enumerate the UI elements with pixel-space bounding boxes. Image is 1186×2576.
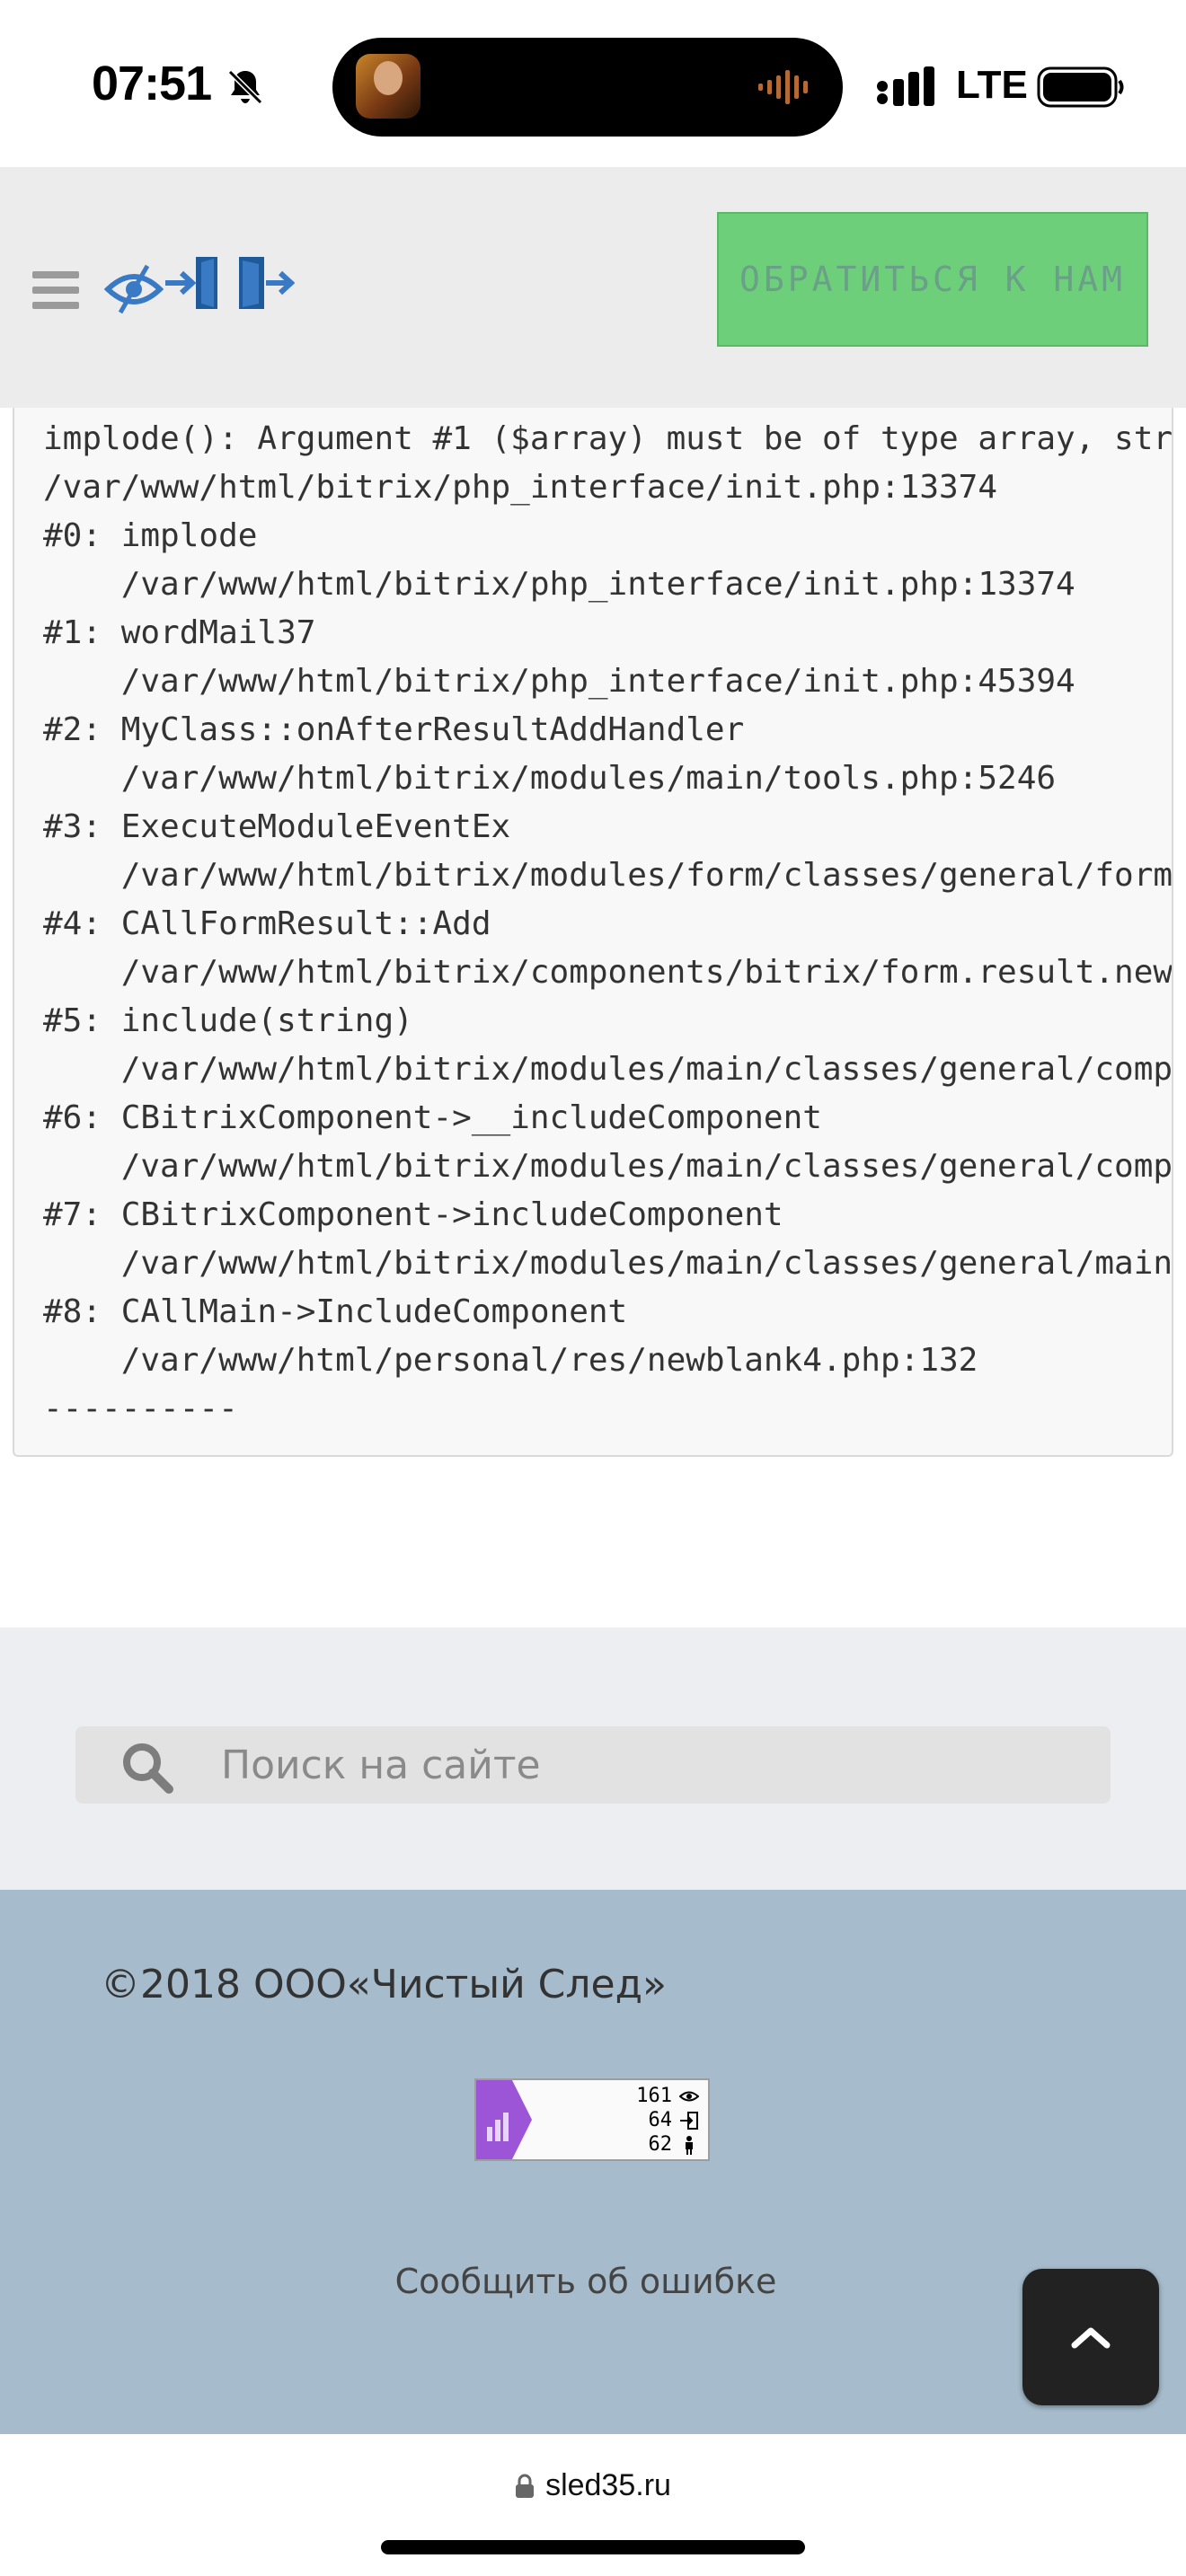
error-trace-line: /var/www/html/bitrix/php_interface/init.… [43, 663, 1075, 700]
dynamic-island[interactable] [332, 38, 843, 137]
error-trace-line: #3: ExecuteModuleEventEx [43, 808, 511, 845]
audio-wave-icon [758, 70, 808, 104]
person-icon [686, 2135, 693, 2155]
home-indicator[interactable] [381, 2540, 805, 2554]
error-trace-line: /var/www/html/bitrix/modules/main/tools.… [43, 760, 1057, 797]
error-trace-line: #5: include(string) [43, 1002, 413, 1039]
error-trace-line: /var/www/html/bitrix/modules/main/classe… [43, 1245, 1173, 1282]
browser-address-bar: sled35.ru [0, 2434, 1186, 2576]
error-trace-line: /var/www/html/bitrix/modules/form/classe… [43, 857, 1173, 894]
copyright-text: ©2018 ООО«Чистый След» [101, 1962, 667, 2007]
error-trace-line: #6: CBitrixComponent->__includeComponent [43, 1099, 822, 1136]
error-trace-line: #2: MyClass::onAfterResultAddHandler [43, 711, 745, 748]
search-box[interactable] [75, 1726, 1111, 1804]
footer: ©2018 ООО«Чистый След» 161 64 62 Сообщит… [0, 1890, 1186, 2434]
error-trace-line: #7: CBitrixComponent->includeComponent [43, 1196, 783, 1233]
error-trace-line: #4: CAllFormResult::Add [43, 905, 491, 942]
report-error-link[interactable]: Сообщить об ошибке [0, 2262, 1172, 2301]
error-trace-line: implode(): Argument #1 ($array) must be … [43, 420, 1173, 457]
error-trace-line: #1: wordMail37 [43, 614, 316, 651]
lock-icon [516, 2474, 535, 2498]
eye-icon [679, 2091, 699, 2101]
counter-views: 161 [636, 2085, 672, 2107]
search-input[interactable] [221, 1726, 1084, 1804]
contact-us-button[interactable]: ОБРАТИТЬСЯ К НАМ [717, 212, 1148, 347]
counter-visitors: 62 [648, 2133, 673, 2156]
now-playing-avatar [356, 54, 420, 119]
chevron-up-icon [1071, 2327, 1111, 2349]
network-type: LTE [956, 63, 1028, 107]
status-time: 07:51 [92, 57, 212, 110]
cellular-signal-icon [877, 66, 934, 106]
error-trace-line: ---------- [43, 1390, 238, 1427]
error-trace-block: implode(): Argument #1 ($array) must be … [13, 408, 1173, 1457]
search-icon[interactable] [119, 1739, 176, 1796]
contact-us-label: ОБРАТИТЬСЯ К НАМ [739, 260, 1127, 299]
counter-logo-icon [476, 2080, 532, 2159]
counter-sessions: 64 [648, 2109, 673, 2131]
hamburger-menu-icon[interactable] [32, 271, 79, 309]
error-trace-text: implode(): Argument #1 ($array) must be … [43, 415, 1173, 1434]
visit-counter-widget[interactable]: 161 64 62 [474, 2078, 710, 2161]
error-trace-line: #8: CAllMain->IncludeComponent [43, 1293, 628, 1330]
scroll-to-top-button[interactable] [1022, 2269, 1159, 2405]
error-trace-line: /var/www/html/bitrix/components/bitrix/f… [43, 954, 1173, 991]
search-section [0, 1628, 1186, 1890]
error-trace-line: /var/www/html/bitrix/php_interface/init.… [43, 566, 1075, 603]
counter-values: 161 64 62 [636, 2084, 699, 2157]
logout-icon[interactable] [235, 253, 295, 313]
url-display[interactable]: sled35.ru [0, 2468, 1186, 2503]
site-header: ОБРАТИТЬСЯ К НАМ [0, 167, 1186, 408]
accessibility-eye-icon[interactable] [104, 260, 164, 314]
error-trace-line: /var/www/html/bitrix/modules/main/classe… [43, 1051, 1173, 1088]
error-trace-line: /var/www/html/bitrix/modules/main/classe… [43, 1148, 1173, 1185]
enter-icon [680, 2111, 698, 2130]
url-text: sled35.ru [545, 2468, 671, 2502]
error-trace-line: /var/www/html/personal/res/newblank4.php… [43, 1342, 978, 1379]
error-trace-line: #0: implode [43, 517, 258, 554]
error-trace-line: /var/www/html/bitrix/php_interface/init.… [43, 469, 998, 506]
battery-icon [1037, 66, 1124, 108]
login-icon[interactable] [164, 253, 223, 313]
bell-muted-icon [227, 69, 263, 105]
status-bar: 07:51 LTE [0, 0, 1186, 167]
